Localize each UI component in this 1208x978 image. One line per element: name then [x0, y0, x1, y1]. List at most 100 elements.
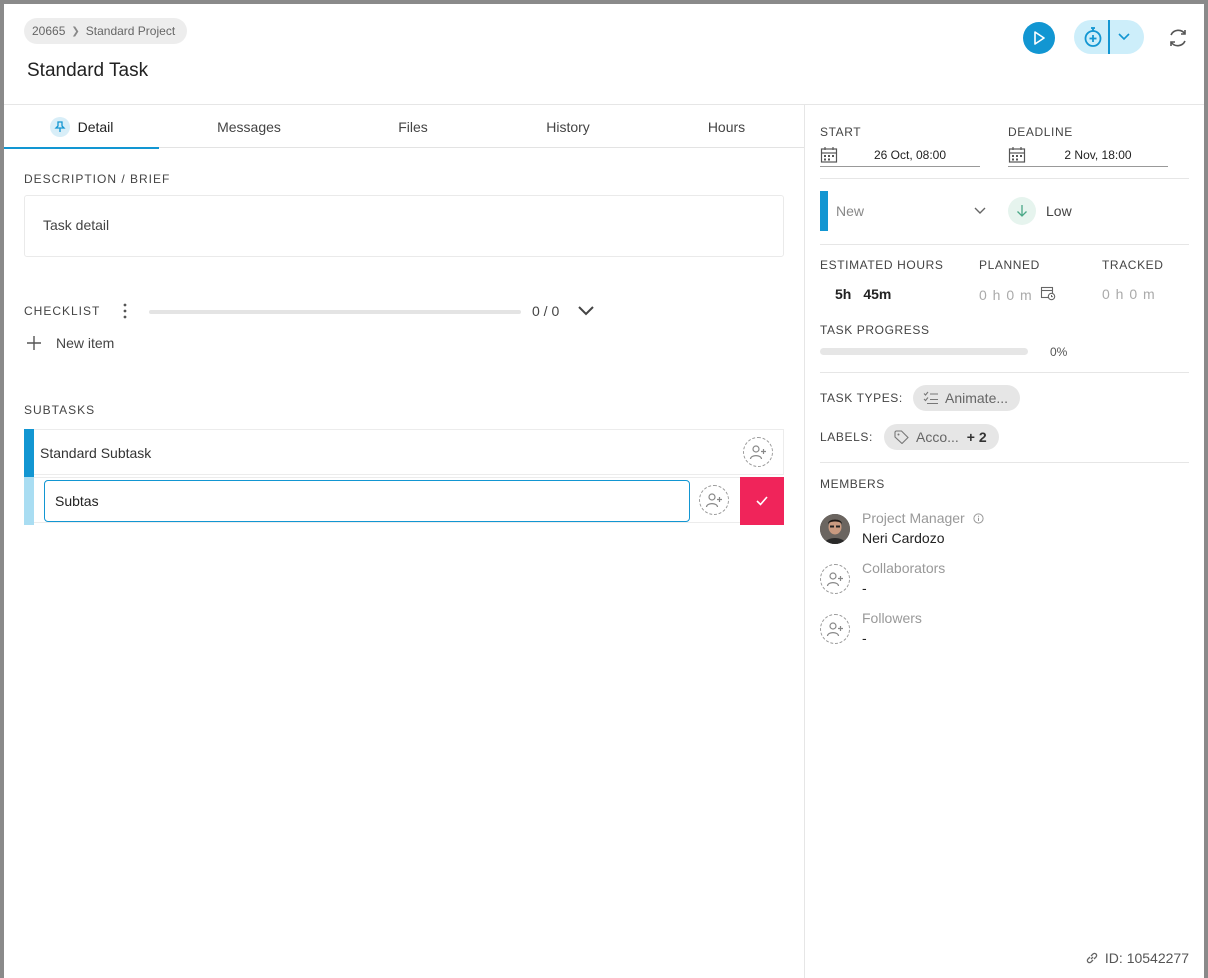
- tab-hours[interactable]: Hours: [649, 105, 804, 148]
- add-collaborator-button[interactable]: [820, 564, 850, 594]
- deadline-date-field[interactable]: 2 Nov, 18:00: [1008, 145, 1168, 167]
- status-dropdown[interactable]: New: [820, 191, 990, 231]
- tab-hours-label: Hours: [707, 118, 746, 135]
- estimated-hours-value: 5h: [835, 286, 852, 302]
- deadline-label: DEADLINE: [1008, 125, 1073, 139]
- breadcrumb-project-id[interactable]: 20665: [32, 24, 65, 38]
- pin-icon: [49, 116, 70, 137]
- check-icon: [756, 496, 768, 506]
- header-actions: [904, 20, 1204, 56]
- project-manager-label: Project Manager: [862, 510, 984, 526]
- add-follower-button[interactable]: [820, 614, 850, 644]
- tab-files[interactable]: Files: [339, 105, 487, 148]
- divider: [820, 462, 1189, 463]
- collaborators-label: Collaborators: [862, 560, 946, 576]
- breadcrumb[interactable]: 20665 ❯ Standard Project: [24, 18, 188, 44]
- task-progress-percent: 0%: [1050, 345, 1068, 359]
- followers-label: Followers: [862, 610, 922, 626]
- followers-value: -: [862, 630, 867, 646]
- divider: [820, 178, 1189, 179]
- breadcrumb-project-name[interactable]: Standard Project: [86, 24, 175, 38]
- star-icon: [1203, 27, 1204, 49]
- tab-messages[interactable]: Messages: [159, 105, 339, 148]
- start-date-value: 26 Oct, 08:00: [873, 148, 947, 162]
- tab-files-label: Files: [398, 118, 428, 135]
- tag-icon: [894, 430, 909, 444]
- new-subtask-row: [24, 477, 784, 525]
- project-manager-name: Neri Cardozo: [862, 530, 945, 546]
- subtask-row[interactable]: Standard Subtask: [24, 429, 784, 477]
- chevron-right-icon: ❯: [71, 25, 80, 37]
- task-modal: 20665 ❯ Standard Project Standard Task D…: [4, 4, 1204, 978]
- tracked-label: TRACKED: [1102, 258, 1164, 272]
- tab-detail[interactable]: Detail: [4, 105, 159, 149]
- tab-messages-label: Messages: [217, 118, 281, 135]
- add-user-icon: [705, 493, 722, 508]
- link-icon: [1086, 952, 1098, 964]
- task-progress-bar: [820, 348, 1028, 355]
- task-type-chip[interactable]: Animate...: [913, 385, 1021, 411]
- subtask-name[interactable]: Standard Subtask: [40, 445, 151, 461]
- estimated-hours-label: ESTIMATED HOURS: [820, 258, 944, 272]
- timer-divider: [1108, 20, 1110, 54]
- checklist-expand-chevron-down-icon[interactable]: [576, 303, 596, 319]
- priority-selector[interactable]: Low: [1008, 197, 1072, 225]
- chevron-down-icon[interactable]: [1117, 32, 1131, 42]
- start-button[interactable]: [1023, 22, 1055, 54]
- refresh-icon: [1170, 29, 1186, 47]
- favorite-button[interactable]: [1200, 24, 1204, 52]
- checklist-menu-icon[interactable]: [120, 301, 130, 321]
- description-field[interactable]: Task detail: [24, 195, 784, 257]
- checklist-icon: [923, 391, 938, 405]
- tab-bar: Detail Messages Files History Hours: [4, 105, 804, 149]
- deadline-date-value: 2 Nov, 18:00: [1064, 148, 1132, 162]
- add-user-icon: [749, 445, 766, 460]
- priority-value: Low: [1046, 203, 1072, 219]
- arrow-down-icon: [1008, 197, 1036, 225]
- tab-history-label: History: [546, 118, 590, 135]
- checklist-label: CHECKLIST: [24, 304, 101, 318]
- label-chip[interactable]: Acco... + 2: [884, 424, 999, 450]
- divider: [820, 372, 1189, 373]
- start-label: START: [820, 125, 862, 139]
- chevron-down-icon: [974, 207, 986, 214]
- play-icon: [1034, 31, 1045, 45]
- planned-value: 0 h 0 m: [979, 287, 1033, 303]
- task-progress-label: TASK PROGRESS: [820, 323, 930, 337]
- tab-detail-label: Detail: [77, 118, 114, 135]
- plus-icon: [27, 336, 41, 350]
- members-label: MEMBERS: [820, 477, 885, 491]
- project-manager-row[interactable]: Project Manager Neri Cardozo: [820, 510, 1180, 550]
- start-date-field[interactable]: 26 Oct, 08:00: [820, 145, 980, 167]
- add-checklist-item-button[interactable]: New item: [26, 335, 114, 351]
- description-label: DESCRIPTION / BRIEF: [24, 172, 171, 186]
- timer-dropdown-button[interactable]: [1074, 20, 1144, 54]
- avatar[interactable]: [820, 514, 850, 544]
- add-checklist-item-label: New item: [56, 335, 115, 351]
- confirm-subtask-button[interactable]: [740, 477, 784, 525]
- subtask-assign-button[interactable]: [743, 437, 773, 467]
- planned-label: PLANNED: [979, 258, 1040, 272]
- new-subtask-assign-button[interactable]: [699, 485, 729, 515]
- estimated-minutes-value: 45m: [863, 286, 892, 302]
- calendar-clock-icon[interactable]: [1040, 285, 1056, 301]
- tab-history[interactable]: History: [487, 105, 649, 148]
- label-more-count: + 2: [966, 429, 987, 445]
- checklist-count: 0 / 0: [532, 303, 560, 319]
- avatar-image: [820, 514, 850, 544]
- task-types-label: TASK TYPES:: [820, 391, 903, 405]
- checklist-progress-bar: [149, 310, 521, 314]
- project-manager-label-text: Project Manager: [862, 510, 965, 526]
- checklist-header: CHECKLIST 0 / 0: [24, 301, 604, 321]
- refresh-button[interactable]: [1164, 24, 1192, 52]
- add-user-icon: [826, 572, 843, 587]
- status-color-bar: [820, 191, 828, 231]
- page-title[interactable]: Standard Task: [27, 60, 148, 82]
- divider: [820, 244, 1189, 245]
- estimated-hours-field[interactable]: 5h 45m: [835, 286, 903, 302]
- right-panel: START DEADLINE 26 Oct, 08:00 2 Nov, 18:0…: [805, 105, 1204, 978]
- new-subtask-input[interactable]: [44, 480, 690, 522]
- info-icon[interactable]: [973, 513, 984, 524]
- task-id-footer[interactable]: ID: 10542277: [1085, 950, 1189, 966]
- new-subtask-stripe: [24, 477, 34, 525]
